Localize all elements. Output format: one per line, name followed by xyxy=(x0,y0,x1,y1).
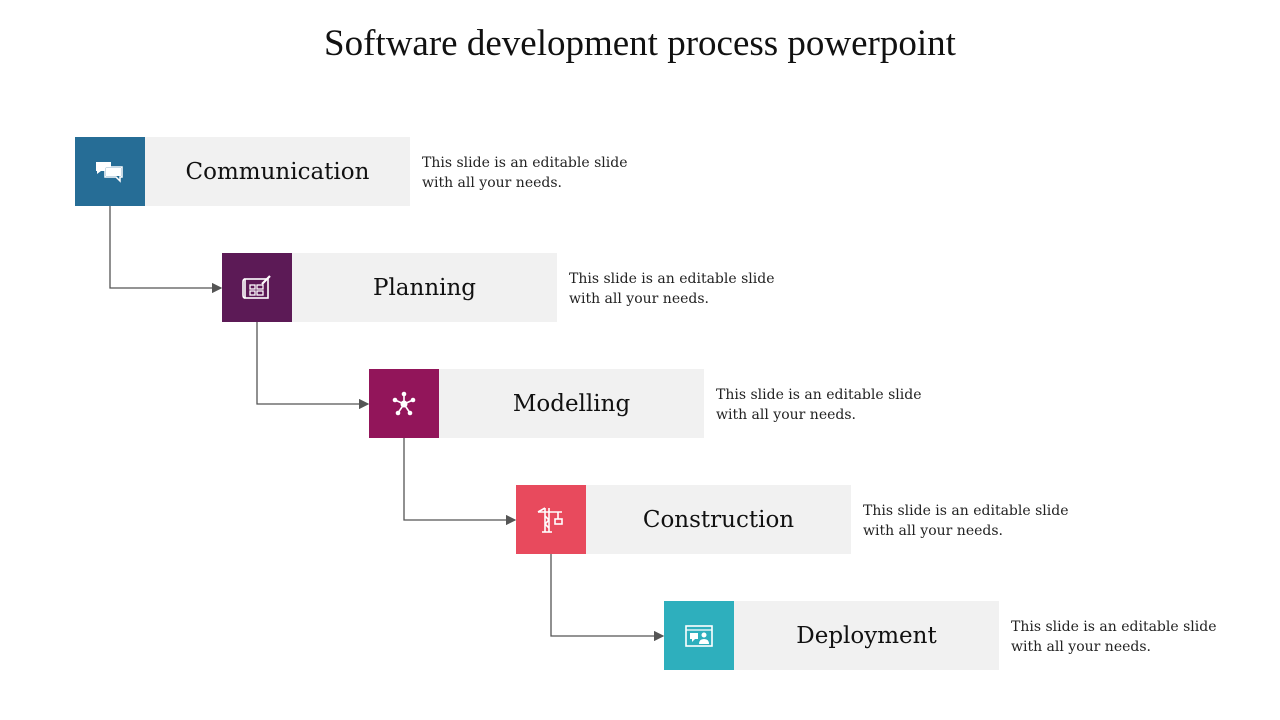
description-line: with all your needs. xyxy=(716,407,856,423)
connector-2-3 xyxy=(256,322,370,410)
step-label: Deployment xyxy=(734,601,999,670)
description-line: This slide is an editable slide xyxy=(1011,619,1217,635)
step-label: Construction xyxy=(586,485,851,554)
step-icon-box xyxy=(222,253,292,322)
step-description: This slide is an editable slide with all… xyxy=(716,385,936,425)
step-description: This slide is an editable slide with all… xyxy=(569,269,789,309)
description-line: This slide is an editable slide xyxy=(569,271,775,287)
step-description: This slide is an editable slide with all… xyxy=(863,501,1083,541)
step-icon-box xyxy=(369,369,439,438)
description-line: This slide is an editable slide xyxy=(422,155,628,171)
description-line: with all your needs. xyxy=(863,523,1003,539)
step-icon-box xyxy=(75,137,145,206)
step-label: Modelling xyxy=(439,369,704,438)
description-line: This slide is an editable slide xyxy=(716,387,922,403)
description-line: with all your needs. xyxy=(569,291,709,307)
connector-1-2 xyxy=(109,206,223,294)
step-label: Planning xyxy=(292,253,557,322)
crane-icon xyxy=(537,506,563,533)
connector-lines xyxy=(109,206,665,642)
connector-3-4 xyxy=(403,438,517,526)
description-line: with all your needs. xyxy=(422,175,562,191)
network-node-icon xyxy=(392,391,416,415)
step-label: Communication xyxy=(145,137,410,206)
blueprint-icon xyxy=(242,274,271,299)
step-description: This slide is an editable slide with all… xyxy=(1011,617,1231,657)
description-line: This slide is an editable slide xyxy=(863,503,1069,519)
connector-4-5 xyxy=(550,554,665,642)
description-line: with all your needs. xyxy=(1011,639,1151,655)
step-description: This slide is an editable slide with all… xyxy=(422,153,642,193)
presentation-window-icon xyxy=(685,624,713,647)
chat-bubbles-icon xyxy=(96,161,123,183)
step-icon-box xyxy=(664,601,734,670)
step-icon-box xyxy=(516,485,586,554)
